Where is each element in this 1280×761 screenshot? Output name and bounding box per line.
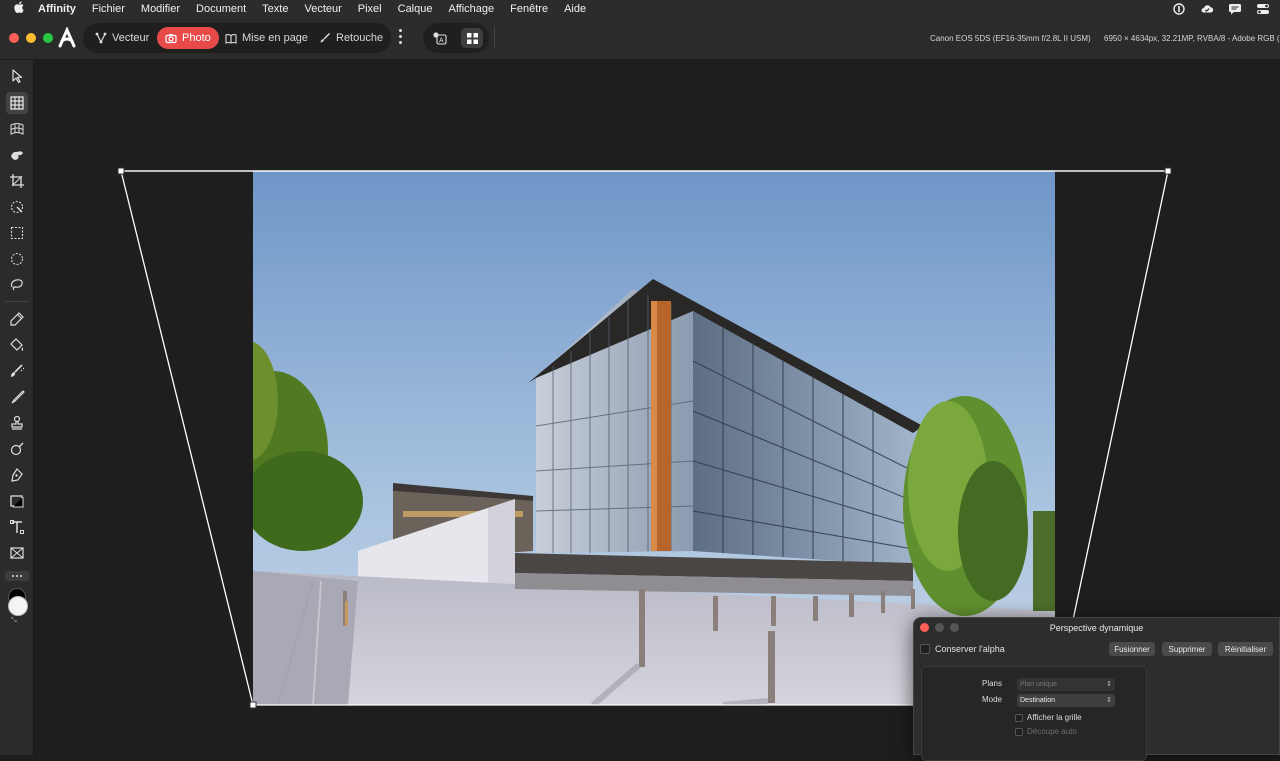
persona-switcher: Vecteur Photo Mise en page Retouche [83,23,391,53]
show-grid-row[interactable]: Afficher la grille [1015,713,1082,722]
menu-extras [1172,2,1270,15]
persona-photo-label: Photo [182,32,211,44]
toolbar-divider [494,27,495,49]
apple-menu-icon[interactable] [0,1,38,16]
menu-calque[interactable]: Calque [390,3,441,15]
dialog-title: Perspective dynamique [1049,623,1144,633]
show-grid-checkbox[interactable] [1015,713,1023,722]
menu-aide[interactable]: Aide [556,3,594,15]
retouch-brush-icon[interactable] [6,360,28,382]
mode-label: Mode [981,695,1002,704]
menu-fenetre[interactable]: Fenêtre [502,3,556,15]
message-icon[interactable] [1228,2,1242,15]
tools-panel: ⤡ [0,60,34,755]
affinity-logo-icon[interactable] [58,26,76,49]
select-arrows-icon: ⇕ [1106,681,1112,688]
text-tool-icon[interactable] [6,516,28,538]
cloud-sync-icon[interactable] [1200,2,1214,15]
more-tools-icon[interactable] [5,571,29,581]
menu-document[interactable]: Document [188,3,254,15]
book-icon [225,32,237,44]
dodge-burn-icon[interactable] [6,438,28,460]
rectangle-marquee-icon[interactable] [6,222,28,244]
assistant-icon[interactable]: A [429,28,451,48]
dialog-options-panel: Plans Plan unique ⇕ Mode Destination ⇕ A… [921,666,1147,761]
paint-brush-icon[interactable] [6,386,28,408]
image-info: 6950 × 4634px, 32.21MP, RVBA/8 - Adobe R… [1104,34,1280,43]
auto-crop-label: Découpe auto [1027,727,1077,736]
swap-colors-icon[interactable]: ⤡ [11,617,17,625]
persona-layout-button[interactable]: Mise en page [217,27,316,49]
secondary-color-swatch[interactable] [8,596,28,616]
place-image-icon[interactable] [6,542,28,564]
mode-select[interactable]: Destination ⇕ [1017,694,1115,707]
menu-modifier[interactable]: Modifier [133,3,188,15]
ellipse-marquee-icon[interactable] [6,248,28,270]
reset-button[interactable]: Réinitialiser [1218,642,1273,656]
persona-vector-button[interactable]: Vecteur [87,27,157,49]
persona-vector-label: Vecteur [112,32,150,44]
show-grid-label: Afficher la grille [1027,713,1082,722]
persona-layout-label: Mise en page [242,32,309,44]
view-mode-group: A [423,23,489,53]
menu-affichage[interactable]: Affichage [440,3,502,15]
delete-button[interactable]: Supprimer [1162,642,1212,656]
move-tool-icon[interactable] [6,65,28,87]
menu-vecteur[interactable]: Vecteur [296,3,349,15]
planes-label: Plans [981,679,1002,688]
close-window-button[interactable] [9,33,19,43]
flood-fill-icon[interactable] [6,334,28,356]
planes-select: Plan unique ⇕ [1017,678,1115,691]
preserve-alpha-checkbox[interactable] [920,644,930,654]
camera-info: Canon EOS 5DS (EF16-35mm f/2.8L II USM) [930,34,1091,43]
control-center-icon[interactable] [1256,2,1270,15]
menu-pixel[interactable]: Pixel [350,3,390,15]
auto-crop-row: Découpe auto [1015,727,1077,736]
rectangle-shape-icon[interactable] [6,490,28,512]
auto-crop-checkbox [1015,727,1023,736]
menu-fichier[interactable]: Fichier [84,3,133,15]
perspective-tool-icon[interactable] [6,92,28,114]
persona-retouch-label: Retouche [336,32,384,44]
selection-brush-tool-icon[interactable] [6,196,28,218]
menu-texte[interactable]: Texte [254,3,296,15]
merge-button[interactable]: Fusionner [1109,642,1155,656]
clone-stamp-icon[interactable] [6,412,28,434]
app-menu[interactable]: Affinity [38,3,84,15]
liquify-tool-icon[interactable] [6,144,28,166]
persona-photo-button[interactable]: Photo [157,27,219,49]
perspective-dialog: Perspective dynamique Conserver l'alpha … [913,617,1280,761]
onepassword-icon[interactable] [1172,2,1186,15]
vector-icon [95,32,107,44]
brush-icon [319,32,331,44]
window-controls [9,33,53,43]
zoom-window-button[interactable] [43,33,53,43]
color-picker-icon[interactable] [6,308,28,330]
svg-text:A: A [439,38,444,45]
freehand-selection-icon[interactable] [6,274,28,296]
select-arrows-icon: ⇕ [1106,697,1112,704]
context-toolbar: Vecteur Photo Mise en page Retouche A Ca… [0,17,1280,60]
camera-icon [165,32,177,44]
preserve-alpha-label: Conserver l'alpha [935,644,1005,654]
preserve-alpha-row[interactable]: Conserver l'alpha [920,644,1005,654]
pen-tool-icon[interactable] [6,464,28,486]
tools-divider [5,301,29,302]
menu-bar: Affinity Fichier Modifier Document Texte… [0,0,1280,17]
mesh-warp-tool-icon[interactable] [6,118,28,140]
more-options-icon[interactable] [396,29,404,47]
grid-view-icon[interactable] [461,28,483,48]
crop-tool-icon[interactable] [6,170,28,192]
persona-retouch-button[interactable]: Retouche [311,27,391,49]
minimize-window-button[interactable] [26,33,36,43]
